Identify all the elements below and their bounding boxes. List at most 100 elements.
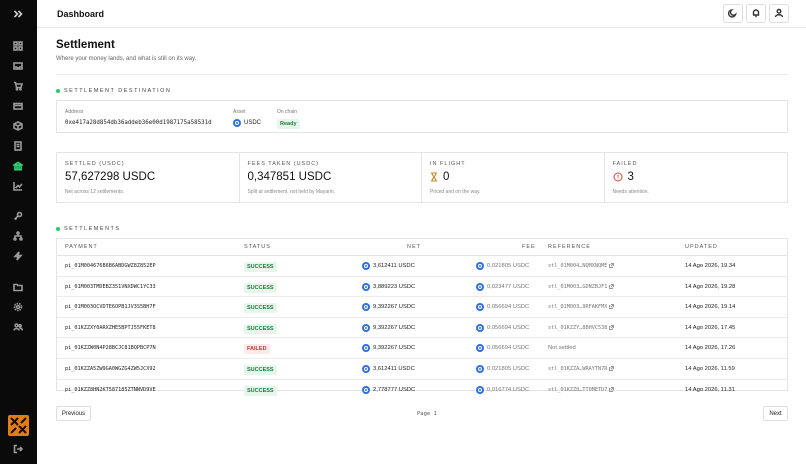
updated-time: 14 Ago 2026, 19.14 xyxy=(685,304,736,311)
next-button[interactable]: Next xyxy=(763,406,788,421)
moon-icon xyxy=(727,8,738,20)
account-button[interactable] xyxy=(769,4,789,23)
net-amount: 9,392267 USDC xyxy=(373,324,416,331)
grid-icon[interactable] xyxy=(12,40,24,52)
usdc-icon xyxy=(233,119,241,127)
expand-icon[interactable] xyxy=(12,8,24,20)
payment-id[interactable]: pi_01M003OCVDTE6OPB1JV3S5BH7F xyxy=(65,304,156,310)
external-link-icon xyxy=(609,304,615,310)
reference-id: stl_01KZZY…8BHVC538 xyxy=(548,324,608,331)
stat-value: 0,347851 USDC xyxy=(247,171,332,183)
reference-link[interactable]: stl_01KZZ8…TT0METD7 xyxy=(548,386,615,393)
payment-id[interactable]: pi_01KZZA5ZW9GA0WGZG4ZW5JCX92 xyxy=(65,366,156,372)
table-row[interactable]: pi_01M003OCVDTE6OPB1JV3S5BH7F SUCCESS 9,39… xyxy=(57,297,787,318)
updated-time: 14 Ago 2026, 11.31 xyxy=(685,386,735,393)
net-amount: 2,778777 USDC xyxy=(373,386,416,393)
stat-value: 3 xyxy=(627,171,634,183)
status-cell: SUCCESS xyxy=(244,323,277,334)
reference-link[interactable]: stl_01KZZY…8BHVC538 xyxy=(548,324,615,331)
page-indicator: Page 1 xyxy=(417,411,437,417)
key-icon[interactable] xyxy=(12,210,24,222)
cart-icon[interactable] xyxy=(12,80,24,92)
page-subtitle: Where your money lands, and what is stil… xyxy=(56,56,197,62)
previous-button[interactable]: Previous xyxy=(56,406,91,421)
col-status: Status xyxy=(244,244,271,250)
updated-time: 14 Ago 2026, 19.28 xyxy=(685,283,736,290)
fee-amount: 0,021805 USDC xyxy=(487,366,530,372)
theme-toggle-button[interactable] xyxy=(723,4,743,23)
stat-label: Failed xyxy=(612,161,638,167)
payment-id[interactable]: pi_01M004676B6B6ABDGWZ8Z852EP xyxy=(65,263,156,269)
folder-icon[interactable] xyxy=(12,281,24,293)
table-row[interactable]: pi_01KZZW0N4P28BCJC81BQPBCP7N FAILED 9,392… xyxy=(57,338,787,359)
usdc-icon xyxy=(476,262,484,270)
net-cell: 3,889223 USDC xyxy=(362,282,415,291)
address-value[interactable]: 0xe417a28d854db36addeb36e00d1987175a5853… xyxy=(65,120,212,126)
chart-icon[interactable] xyxy=(12,180,24,192)
stat-fees: Fees taken (USDC) 0,347851 USDC Split at… xyxy=(240,153,422,202)
table-row[interactable]: pi_01KZZXY0ARXZHE5BPTJ55FKET8 SUCCESS 9,39… xyxy=(57,318,787,339)
fee-amount: 0,023477 USDC xyxy=(487,283,530,290)
document-icon[interactable] xyxy=(12,140,24,152)
net-amount: 9,392267 USDC xyxy=(373,345,416,352)
net-amount: 9,392267 USDC xyxy=(373,304,416,311)
fee-amount: 0,056694 USDC xyxy=(487,304,530,311)
usdc-icon xyxy=(476,303,484,312)
bank-icon[interactable] xyxy=(12,160,24,172)
stat-label: In flight xyxy=(430,161,466,167)
stat-value: 0 xyxy=(443,171,450,183)
stat-subtext: Split at settlement, not held by Mayarin… xyxy=(247,189,336,195)
stat-subtext: Priced and on the way. xyxy=(430,189,481,195)
stat-subtext: Net across 12 settlements. xyxy=(65,189,125,195)
table-row[interactable]: pi_01M003TMDEBZ351VNXDWC1YC33 SUCCESS 3,88… xyxy=(57,277,787,298)
header-title: Dashboard xyxy=(57,9,105,19)
fee-cell: 0,056694 USDC xyxy=(476,323,529,332)
reference-text: Not settled xyxy=(548,345,576,352)
usdc-icon xyxy=(362,262,370,270)
logout-icon[interactable] xyxy=(12,443,24,455)
net-amount: 3,612411 USDC xyxy=(373,263,415,269)
box-icon[interactable] xyxy=(12,120,24,132)
payment-id[interactable]: pi_01KZZ8HN2KT587185ZTNNVD9VE xyxy=(65,387,156,393)
payment-id[interactable]: pi_01KZZXY0ARXZHE5BPTJ55FKET8 xyxy=(65,325,156,331)
reference-link[interactable]: stl_01M003…9RFAKFMX xyxy=(548,304,615,310)
network-icon[interactable] xyxy=(12,230,24,242)
external-link-icon xyxy=(609,366,615,371)
settings-icon[interactable] xyxy=(12,301,24,313)
status-cell: SUCCESS xyxy=(244,303,277,314)
net-cell: 2,778777 USDC xyxy=(362,385,416,394)
bolt-icon[interactable] xyxy=(12,250,24,262)
status-badge: SUCCESS xyxy=(244,385,277,396)
updated-time: 14 Ago 2026, 19.34 xyxy=(685,263,736,269)
table-row[interactable]: pi_01KZZ8HN2KT587185ZTNNVD9VE SUCCESS 2,77… xyxy=(57,380,787,401)
status-badge: SUCCESS xyxy=(244,303,277,314)
reference-id: stl_01M004…NQMXNQME xyxy=(548,263,608,269)
table-row[interactable]: pi_01M004676B6B6ABDGWZ8Z852EP SUCCESS 3,61… xyxy=(57,256,787,277)
inbox-icon[interactable] xyxy=(12,60,24,72)
status-cell: SUCCESS xyxy=(244,385,277,396)
onchain-status: Ready xyxy=(277,119,300,129)
net-cell: 9,392267 USDC xyxy=(362,303,416,312)
asset-label: Asset xyxy=(233,109,246,115)
usdc-icon xyxy=(476,385,484,394)
fee-cell: 0,023477 USDC xyxy=(476,282,530,291)
card-icon[interactable] xyxy=(12,100,24,112)
table-row[interactable]: pi_01KZZA5ZW9GA0WGZG4ZW5JCX92 SUCCESS 3,61… xyxy=(57,359,787,380)
external-link-icon xyxy=(609,324,615,330)
stat-value-wrap: 3 xyxy=(613,171,634,183)
net-cell: 3,612411 USDC xyxy=(362,365,415,373)
reference-link[interactable]: stl_01KZZA…WRAYTN7R xyxy=(548,366,615,372)
usdc-icon xyxy=(476,344,484,353)
notifications-button[interactable] xyxy=(746,4,766,23)
stat-in-flight: In flight 0 Priced and on the way. xyxy=(422,153,605,202)
updated-time: 14 Ago 2026, 11.59 xyxy=(685,366,735,372)
stat-label: Fees taken (USDC) xyxy=(247,161,319,167)
team-icon[interactable] xyxy=(12,321,24,333)
status-cell: FAILED xyxy=(244,344,270,355)
reference-link[interactable]: stl_01M003…GDNZBJF1 xyxy=(548,283,615,290)
payment-id[interactable]: pi_01M003TMDEBZ351VNXDWC1YC33 xyxy=(65,284,156,290)
reference-id: stl_01KZZA…WRAYTN7R xyxy=(548,366,608,372)
payment-id[interactable]: pi_01KZZW0N4P28BCJC81BQPBCP7N xyxy=(65,345,156,351)
usdc-icon xyxy=(362,323,370,332)
reference-link[interactable]: stl_01M004…NQMXNQME xyxy=(548,263,615,269)
